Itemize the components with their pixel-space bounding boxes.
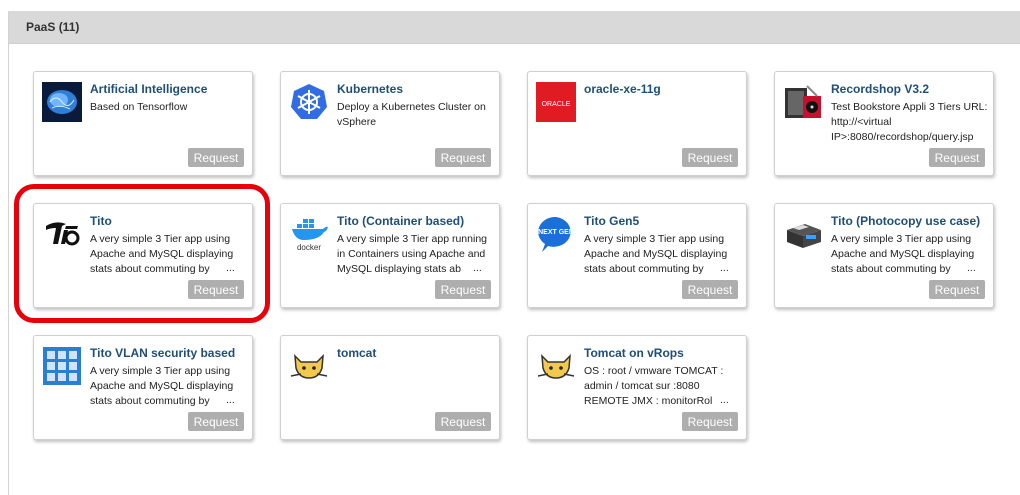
request-button[interactable]: Request bbox=[188, 280, 244, 299]
card-title[interactable]: Tito bbox=[90, 214, 246, 228]
card-description: Deploy a Kubernetes Cluster on vSphere bbox=[337, 101, 486, 128]
catalog-card[interactable]: tomcat Request bbox=[280, 335, 500, 440]
request-button[interactable]: Request bbox=[188, 412, 244, 431]
card-description: Based on Tensorflow bbox=[90, 101, 188, 113]
recordshop-icon bbox=[783, 82, 823, 122]
card-title[interactable]: Tomcat on vRops bbox=[584, 346, 740, 360]
request-button[interactable]: Request bbox=[435, 412, 491, 431]
oracle-icon: ORACLE bbox=[536, 82, 576, 122]
card-title[interactable]: Tito Gen5 bbox=[584, 214, 740, 228]
catalog-card[interactable]: Tito A very simple 3 Tier app using Apac… bbox=[33, 203, 253, 308]
ellipsis: ... bbox=[718, 394, 729, 406]
card-title[interactable]: Recordshop V3.2 bbox=[831, 82, 987, 96]
request-button[interactable]: Request bbox=[682, 412, 738, 431]
catalog-card[interactable]: docker Tito (Container based) A very sim… bbox=[280, 203, 500, 308]
kubernetes-icon bbox=[289, 82, 329, 122]
card-title[interactable]: tomcat bbox=[337, 346, 493, 360]
card-description bbox=[584, 100, 744, 145]
oracle-logo-text: ORACLE bbox=[542, 101, 571, 108]
card-title[interactable]: Tito VLAN security based bbox=[90, 346, 246, 360]
catalog-card[interactable]: Tito (Photocopy use case) A very simple … bbox=[774, 203, 994, 308]
brain-icon bbox=[42, 82, 82, 122]
next-gen-icon: NEXT GEN bbox=[536, 214, 576, 254]
catalog-card[interactable]: Tito VLAN security based A very simple 3… bbox=[33, 335, 253, 440]
request-button[interactable]: Request bbox=[929, 148, 985, 167]
ellipsis: ... bbox=[965, 262, 976, 274]
docker-logo-text: docker bbox=[297, 243, 321, 252]
card-title[interactable]: Kubernetes bbox=[337, 82, 493, 96]
request-button[interactable]: Request bbox=[435, 148, 491, 167]
card-title[interactable]: oracle-xe-11g bbox=[584, 82, 740, 96]
catalog-card[interactable]: Tomcat on vRops OS : root / vmware TOMCA… bbox=[527, 335, 747, 440]
tomcat-icon bbox=[289, 346, 329, 386]
catalog-card[interactable]: Kubernetes Deploy a Kubernetes Cluster o… bbox=[280, 71, 500, 176]
vlan-icon bbox=[42, 346, 82, 386]
card-title[interactable]: Tito (Photocopy use case) bbox=[831, 214, 987, 228]
request-button[interactable]: Request bbox=[682, 148, 738, 167]
ellipsis: ... bbox=[471, 262, 482, 274]
tomcat-icon bbox=[536, 346, 576, 386]
ellipsis: ... bbox=[224, 394, 235, 406]
request-button[interactable]: Request bbox=[435, 280, 491, 299]
catalog-card[interactable]: Artificial Intelligence Based on Tensorf… bbox=[33, 71, 253, 176]
card-title[interactable]: Tito (Container based) bbox=[337, 214, 493, 228]
tito-icon bbox=[42, 214, 82, 254]
card-description: Test Bookstore Appli 3 Tiers URL: http:/… bbox=[831, 101, 988, 143]
catalog-card[interactable]: ORACLE oracle-xe-11g Request bbox=[527, 71, 747, 176]
request-button[interactable]: Request bbox=[929, 280, 985, 299]
card-title[interactable]: Artificial Intelligence bbox=[90, 82, 246, 96]
docker-icon: docker bbox=[289, 214, 329, 254]
request-button[interactable]: Request bbox=[188, 148, 244, 167]
photocopier-icon bbox=[783, 214, 823, 254]
ellipsis: ... bbox=[224, 262, 235, 274]
ellipsis: ... bbox=[718, 262, 729, 274]
catalog-card[interactable]: Recordshop V3.2 Test Bookstore Appli 3 T… bbox=[774, 71, 994, 176]
catalog-card[interactable]: NEXT GEN Tito Gen5 A very simple 3 Tier … bbox=[527, 203, 747, 308]
card-description bbox=[337, 364, 497, 409]
request-button[interactable]: Request bbox=[682, 280, 738, 299]
section-title[interactable]: PaaS (11) bbox=[9, 11, 1020, 44]
next-gen-logo-text: NEXT GEN bbox=[538, 229, 574, 236]
